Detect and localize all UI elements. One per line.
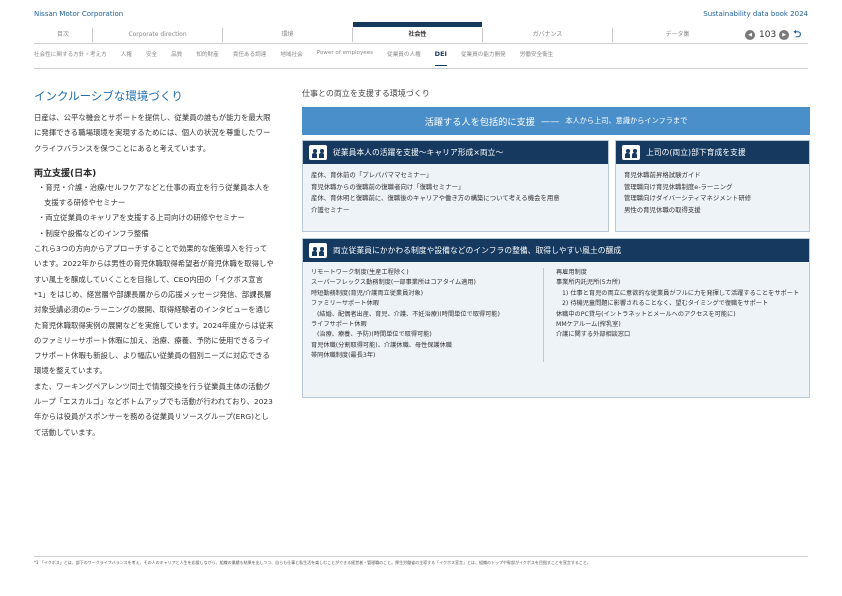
box-title: 従業員本人の活躍を支援〜キャリア形成×両立〜 <box>333 148 504 157</box>
page-header: Nissan Motor Corporation Sustainability … <box>34 10 808 22</box>
list-item: リモートワーク制度(生産工程除く) <box>311 269 409 276</box>
infrastructure-box: 両立従業員にかかわる制度や設備などのインフラの整備、取得しやすい風土の醸成 リモ… <box>302 238 810 398</box>
support-heading: 両立支援(日本) <box>34 168 97 179</box>
list-item: ・制度や設備などのインフラ整備 <box>38 228 149 238</box>
box-header: 上司の(両立)部下育成を支援 <box>616 141 809 164</box>
box-header: 従業員本人の活躍を支援〜キャリア形成×両立〜 <box>303 141 608 164</box>
list-item: 育児休職前昇格試験ガイド <box>624 171 701 179</box>
prev-page-icon[interactable]: ◀ <box>745 30 755 40</box>
footnote: *1 「イクボス」とは、部下のワークライフバランスを考え、その人のキャリアと人生… <box>34 560 591 565</box>
right-column: 仕事との両立を支援する環境づくり 活躍する人を包括的に支援 —— 本人から上司、… <box>302 88 810 398</box>
list-item: ファミリーサポート休暇 <box>311 300 379 308</box>
manager-support-box: 上司の(両立)部下育成を支援 育児休職前昇格試験ガイド 管理職向け育児休職制度e… <box>615 140 810 232</box>
people-icon <box>622 145 640 160</box>
page-navigator: ◀ 103 ▶ ⮌ <box>745 28 810 42</box>
tab-contents[interactable]: 目次 <box>34 28 92 42</box>
subnav-item-ip[interactable]: 知的財産 <box>196 50 218 62</box>
subnav-item-safety[interactable]: 安全 <box>146 50 157 62</box>
tab-data[interactable]: データ集 <box>611 28 742 42</box>
tab-governance[interactable]: ガバナンス <box>482 28 612 42</box>
subnav-item-dei[interactable]: DEI <box>434 50 448 66</box>
list-item: 育児休職からの復職前の復職者向け「復職セミナー」 <box>311 182 465 191</box>
header-divider <box>34 43 808 44</box>
subnav-item-power-of-employees[interactable]: Power of employees <box>317 50 373 62</box>
next-page-icon[interactable]: ▶ <box>779 30 790 40</box>
list-item: 時短勤務制度(育児/介護両立従業員対象) <box>311 289 424 297</box>
list-item: 産休、育休前の「プレパパママセミナー」 <box>311 171 433 179</box>
page-number: 103 <box>759 30 777 40</box>
policy-column: リモートワーク制度(生産工程除く) スーパーフレックス勤務制度(一部事業所はコア… <box>311 268 543 362</box>
tab-social[interactable]: 社会性 <box>352 22 482 42</box>
banner-sub: 本人から上司、意識からインフラまで <box>565 116 688 125</box>
tab-environment[interactable]: 環境 <box>222 28 352 42</box>
list-item: 帯同休職制度(最長3年) <box>311 352 376 360</box>
subnav-item-community[interactable]: 地域社会 <box>280 50 302 62</box>
people-icon <box>309 243 327 258</box>
list-item: MMケアルーム(搾乳室) <box>556 321 621 329</box>
list-item: 事業所内託児所(5カ所) <box>556 279 621 287</box>
subnav-item-occupational-safety[interactable]: 労働安全衛生 <box>520 50 554 62</box>
body-paragraph: これら3つの方向からアプローチすることで効果的な施策導入を行っています。2022… <box>34 244 274 376</box>
list-item: 管理職向けダイバーシティマネジメント研修 <box>624 194 752 203</box>
left-column: インクルーシブな環境づくり 日産は、公平な機会とサポートを提供し、従業員の誰もが… <box>34 88 274 440</box>
support-list: ・育児・介護・治療/セルフケアなどと仕事の両立を行う従業員本人を支援する研修やセ… <box>34 180 274 241</box>
list-item: (結婚、配偶者出産、育児、介護、不妊治療)(時間単位で取得可能) <box>317 310 500 318</box>
list-item: スーパーフレックス勤務制度(一部事業所はコアタイム適用) <box>311 279 476 287</box>
sub-navigation: 社会性に関する方針・考え方 人権 安全 品質 知的財産 責任ある調達 地域社会 … <box>34 50 808 66</box>
subnav-item-employee-rights[interactable]: 従業員の人権 <box>387 50 421 62</box>
section-title: インクルーシブな環境づくり <box>34 89 183 103</box>
employee-support-box: 従業員本人の活躍を支援〜キャリア形成×両立〜 産休、育休前の「プレパパママセミナ… <box>302 140 609 232</box>
book-title: Sustainability data book 2024 <box>703 10 808 18</box>
list-item: 再雇用制度 <box>556 269 587 276</box>
list-item: 介護セミナー <box>311 205 350 214</box>
list-item: 1) 仕事と育児の両立に意欲的な従業員がフルに力を発揮して活躍することをサポート <box>562 289 800 297</box>
banner-dash: —— <box>540 115 560 127</box>
list-item: 産休、育休明と復職前に、復職後のキャリアや働き方の構築について考える機会を用意 <box>311 194 560 203</box>
list-item: 管理職向け育児休職制度e-ラーニング <box>624 182 733 191</box>
subnav-item-quality[interactable]: 品質 <box>171 50 182 62</box>
corporation-name: Nissan Motor Corporation <box>34 10 124 18</box>
list-item: ・両立従業員のキャリアを支援する上司向けの研修やセミナー <box>38 213 245 223</box>
main-tabs: 目次 Corporate direction 環境 社会性 ガバナンス データ集 <box>34 22 742 42</box>
list-item: 男性の育児休職の取得支援 <box>624 205 701 214</box>
back-icon[interactable]: ⮌ <box>793 27 801 44</box>
subnav-item-development[interactable]: 従業員の能力開発 <box>461 50 506 62</box>
people-icon <box>309 145 327 160</box>
list-item: 2) 待機児童問題に影響されることなく、望むタイミングで復職をサポート <box>562 300 769 308</box>
box-columns: リモートワーク制度(生産工程除く) スーパーフレックス勤務制度(一部事業所はコア… <box>303 262 809 368</box>
box-title: 上司の(両立)部下育成を支援 <box>646 148 746 157</box>
support-banner: 活躍する人を包括的に支援 —— 本人から上司、意識からインフラまで <box>302 107 810 135</box>
subnav-item-human-rights[interactable]: 人権 <box>121 50 132 62</box>
list-item: (治療、療養、予防)(時間単位で取得可能) <box>317 331 432 339</box>
subnav-item-policy[interactable]: 社会性に関する方針・考え方 <box>34 50 107 62</box>
subnav-item-procurement[interactable]: 責任ある調達 <box>233 50 267 62</box>
box-list: 産休、育休前の「プレパパママセミナー」 育児休職からの復職前の復職者向け「復職セ… <box>303 164 608 222</box>
box-header: 両立従業員にかかわる制度や設備などのインフラの整備、取得しやすい風土の醸成 <box>303 239 809 262</box>
banner-main: 活躍する人を包括的に支援 <box>424 117 535 128</box>
list-item: 休職中のPC貸与(イントラネットとメールへのアクセスを可能に) <box>556 310 736 318</box>
box-title: 両立従業員にかかわる制度や設備などのインフラの整備、取得しやすい風土の醸成 <box>333 246 622 255</box>
list-item: 介護に関する外部相談窓口 <box>556 331 631 339</box>
body-paragraph: また、ワーキングペアレンツ同士で情報交換を行う従業員主体の活動グループ「エスカル… <box>34 381 273 437</box>
list-item: 育児休職(分割取得可能)、介護休職、母性保護休職 <box>311 341 452 349</box>
box-list: 育児休職前昇格試験ガイド 管理職向け育児休職制度e-ラーニング 管理職向けダイバ… <box>616 164 809 222</box>
footer-divider <box>34 556 808 557</box>
list-item: ライフサポート休暇 <box>311 321 367 329</box>
facility-column: 再雇用制度 事業所内託児所(5カ所) 1) 仕事と育児の両立に意欲的な従業員がフ… <box>543 268 801 362</box>
tab-corporate-direction[interactable]: Corporate direction <box>92 28 222 42</box>
intro-paragraph: 日産は、公平な機会とサポートを提供し、従業員の誰もが能力を最大限に発揮できる職場… <box>34 113 271 153</box>
subnav-divider <box>34 68 808 69</box>
diagram-caption: 仕事との両立を支援する環境づくり <box>302 89 430 98</box>
support-row: 従業員本人の活躍を支援〜キャリア形成×両立〜 産休、育休前の「プレパパママセミナ… <box>302 140 810 232</box>
list-item: ・育児・介護・治療/セルフケアなどと仕事の両立を行う従業員本人を支援する研修やセ… <box>38 182 270 208</box>
